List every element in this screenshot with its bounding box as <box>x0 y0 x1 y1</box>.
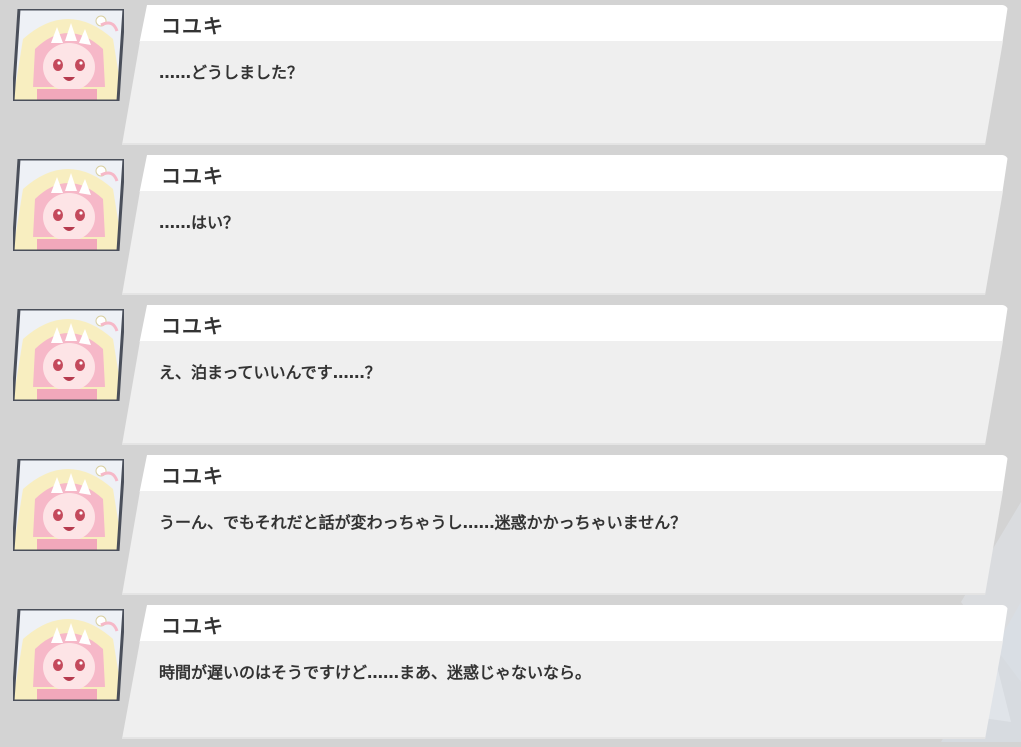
backlog-entry: コユキ 時間が遅いのはそうですけど……まあ、迷惑じゃないなら。 <box>0 605 1021 747</box>
dialogue-text: ……どうしました？ <box>159 63 304 82</box>
dialogue-panel <box>122 641 1003 739</box>
dialogue-panel <box>122 41 1003 145</box>
dialogue-text: ……はい？ <box>159 213 240 232</box>
speaker-name-bar <box>139 5 1008 45</box>
koyuki-avatar-icon <box>13 9 124 101</box>
dialogue-panel <box>122 341 1003 445</box>
speaker-name-bar <box>139 155 1008 195</box>
speaker-name: コユキ <box>161 614 224 638</box>
dialogue-text: 時間が遅いのはそうですけど……まあ、迷惑じゃないなら。 <box>159 663 592 682</box>
speaker-name: コユキ <box>161 314 224 338</box>
koyuki-avatar-icon <box>13 609 124 701</box>
dialogue-panel <box>122 191 1003 295</box>
dialogue-text: うーん、でもそれだと話が変わっちゃうし……迷惑かかっちゃいません？ <box>159 513 687 532</box>
backlog-entry: コユキ ……はい？ <box>0 155 1021 297</box>
speaker-name: コユキ <box>161 14 224 38</box>
speaker-name: コユキ <box>161 164 224 188</box>
koyuki-avatar-icon <box>13 459 124 551</box>
speaker-name-bar <box>139 455 1008 495</box>
koyuki-avatar-icon <box>13 159 124 251</box>
dialogue-text: え、泊まっていいんです……？ <box>159 363 381 382</box>
koyuki-avatar-icon <box>13 309 124 401</box>
speaker-name-bar <box>139 305 1008 345</box>
dialogue-panel <box>122 491 1003 595</box>
speaker-name-bar <box>139 605 1008 645</box>
backlog-entry: コユキ ……どうしました？ <box>0 5 1021 147</box>
backlog-list[interactable]: コユキ ……どうしました？ コユキ ……はい？ コユキ え、泊まっていいんです…… <box>0 0 1021 742</box>
backlog-entry: コユキ うーん、でもそれだと話が変わっちゃうし……迷惑かかっちゃいません？ <box>0 455 1021 597</box>
backlog-entry: コユキ え、泊まっていいんです……？ <box>0 305 1021 447</box>
speaker-name: コユキ <box>161 464 224 488</box>
